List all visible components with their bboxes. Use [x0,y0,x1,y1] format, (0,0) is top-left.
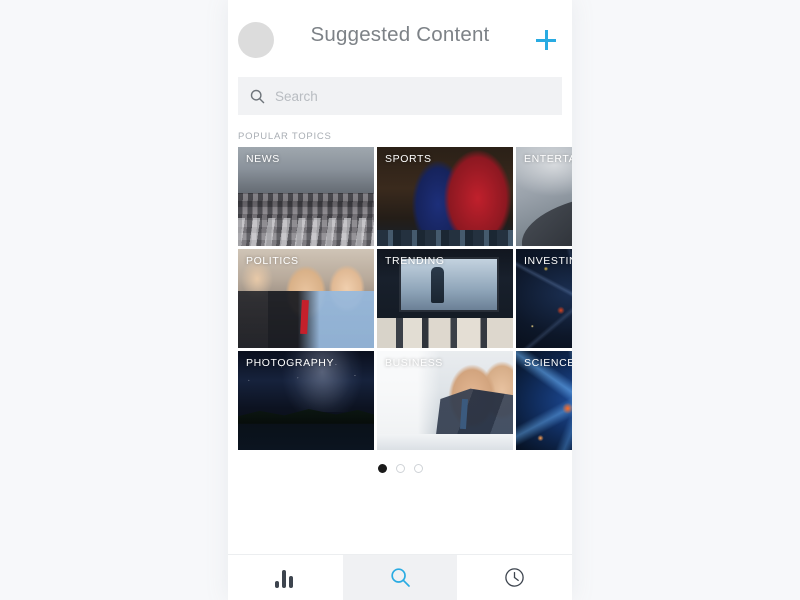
bar-chart-icon [273,568,297,588]
topic-tile-trending[interactable]: TRENDING [377,249,513,348]
pagination-dot-2[interactable] [395,464,405,473]
topic-tile-science[interactable]: SCIENCE [516,351,572,450]
plus-icon-vertical [544,30,548,50]
topic-label: NEWS [246,153,280,165]
topic-tile-photography[interactable]: PHOTOGRAPHY [238,351,374,450]
topic-label: SPORTS [385,153,432,165]
topic-label: PHOTOGRAPHY [246,357,335,369]
topic-tile-news[interactable]: NEWS [238,147,374,246]
topic-label: ENTERTAINMENT [524,153,572,165]
pagination-dot-3[interactable] [413,464,423,473]
add-button[interactable] [530,24,562,56]
page-title: Suggested Content [310,23,490,46]
nav-item-stats[interactable] [228,555,343,600]
topic-label: POLITICS [246,255,299,267]
bottom-navigation-bar [228,554,572,600]
nav-item-history[interactable] [457,555,572,600]
topic-tile-entertainment[interactable]: ENTERTAINMENT [516,147,572,246]
search-bar[interactable] [238,77,562,115]
pagination-dots [228,464,572,473]
search-icon [250,89,265,103]
search-icon [390,568,410,587]
topic-thumbnail-detail [377,434,513,450]
section-label: POPULAR TOPICS [238,131,332,142]
popular-topics-grid: NEWS SPORTS ENTERTAINMENT POLITICS TREND… [238,147,572,450]
topic-label: BUSINESS [385,357,443,369]
phone-frame: Suggested Content POPULAR TOPICS NEWS SP… [228,0,572,600]
topic-tile-business[interactable]: BUSINESS [377,351,513,450]
clock-icon [505,568,524,587]
topic-label: TRENDING [385,255,445,267]
topic-thumbnail-detail [299,300,309,335]
topic-label: INVESTING [524,255,572,267]
topic-label: SCIENCE [524,357,572,369]
app-header: Suggested Content [228,0,572,68]
search-input[interactable] [275,88,562,104]
topic-tile-investing[interactable]: INVESTING [516,249,572,348]
nav-item-search[interactable] [342,555,458,600]
topic-tile-politics[interactable]: POLITICS [238,249,374,348]
topic-thumbnail-detail [431,266,445,303]
topic-tile-sports[interactable]: SPORTS [377,147,513,246]
pagination-dot-1[interactable] [377,464,387,473]
